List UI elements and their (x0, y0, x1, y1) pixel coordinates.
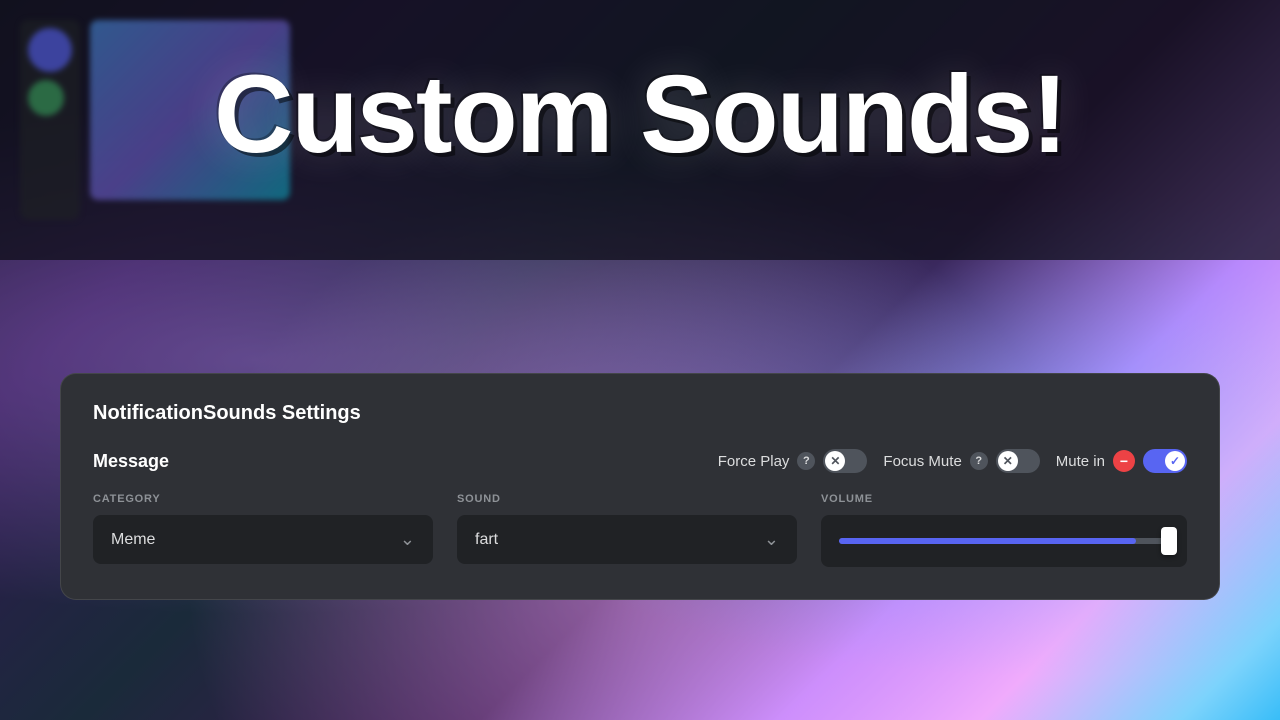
focus-mute-toggle-knob: ✕ (998, 451, 1018, 471)
category-label: CATEGORY (93, 493, 433, 505)
mute-in-label: Mute in (1056, 453, 1105, 470)
volume-slider-thumb[interactable] (1161, 527, 1177, 555)
volume-slider-track[interactable] (839, 538, 1169, 544)
volume-field-group: VOLUME (821, 493, 1187, 567)
settings-panel: NotificationSounds Settings Message Forc… (60, 373, 1220, 600)
controls-row: CATEGORY Meme ⌄ SOUND fart ⌄ VOLUME (93, 493, 1187, 567)
sound-field-group: SOUND fart ⌄ (457, 493, 797, 564)
mute-in-toggle-knob: ✓ (1165, 451, 1185, 471)
message-row: Message Force Play ? ✕ Focus Mute ? ✕ (93, 449, 1187, 473)
category-field-group: CATEGORY Meme ⌄ (93, 493, 433, 564)
focus-mute-group: Focus Mute ? ✕ (883, 449, 1039, 473)
focus-mute-toggle[interactable]: ✕ (996, 449, 1040, 473)
sound-value: fart (475, 531, 498, 549)
mute-in-check-icon: ✓ (1170, 455, 1180, 467)
message-label: Message (93, 451, 169, 472)
volume-slider-fill (839, 538, 1136, 544)
sound-label: SOUND (457, 493, 797, 505)
focus-mute-label: Focus Mute (883, 453, 961, 470)
focus-mute-help-icon[interactable]: ? (970, 452, 988, 470)
page-title: Custom Sounds! (0, 60, 1280, 170)
mute-in-toggle[interactable]: ✓ (1143, 449, 1187, 473)
mute-in-group: Mute in − ✓ (1056, 449, 1187, 473)
controls-right: Force Play ? ✕ Focus Mute ? ✕ (718, 449, 1187, 473)
force-play-toggle-knob: ✕ (825, 451, 845, 471)
force-play-toggle[interactable]: ✕ (823, 449, 867, 473)
force-play-x-icon: ✕ (830, 455, 840, 467)
sound-dropdown[interactable]: fart ⌄ (457, 515, 797, 564)
volume-label: VOLUME (821, 493, 1187, 505)
category-dropdown-arrow: ⌄ (400, 529, 415, 550)
force-play-label: Force Play (718, 453, 790, 470)
panel-title: NotificationSounds Settings (93, 402, 1187, 425)
force-play-help-icon[interactable]: ? (797, 452, 815, 470)
mute-in-minus-icon[interactable]: − (1113, 450, 1135, 472)
force-play-group: Force Play ? ✕ (718, 449, 868, 473)
sound-dropdown-arrow: ⌄ (764, 529, 779, 550)
focus-mute-x-icon: ✕ (1003, 455, 1013, 467)
category-value: Meme (111, 531, 155, 549)
category-dropdown[interactable]: Meme ⌄ (93, 515, 433, 564)
volume-container (821, 515, 1187, 567)
